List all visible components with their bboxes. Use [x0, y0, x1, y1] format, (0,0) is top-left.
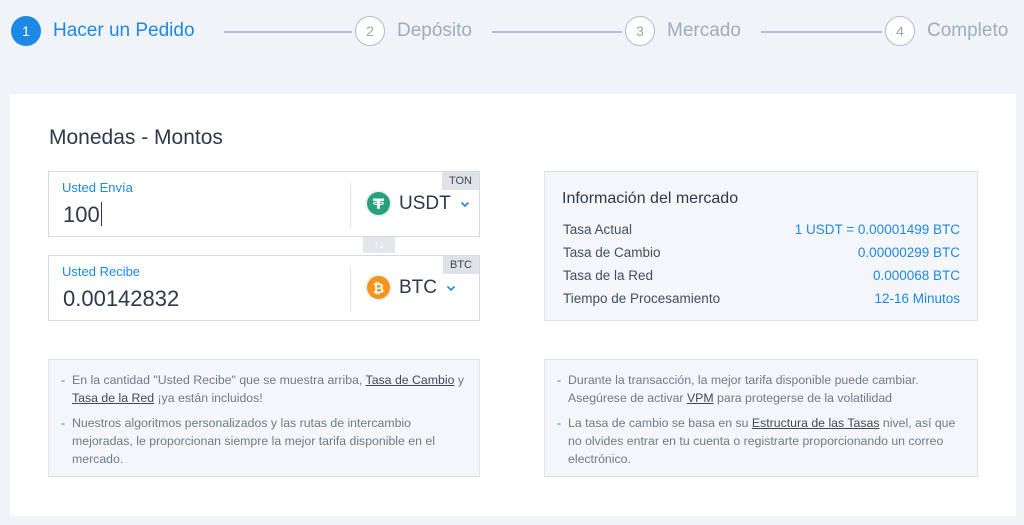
- section-title: Monedas - Montos: [49, 126, 223, 149]
- note-text: ¡ya están incluidos!: [154, 391, 263, 405]
- step-number-4: 4: [885, 16, 915, 46]
- tether-icon: [367, 192, 390, 215]
- market-key: Tiempo de Procesamiento: [563, 291, 721, 306]
- step-connector: [761, 31, 882, 33]
- step-connector: [224, 31, 352, 33]
- text-caret: [100, 202, 103, 226]
- bitcoin-icon: ₿: [367, 276, 390, 299]
- market-key: Tasa Actual: [563, 222, 633, 237]
- swap-button[interactable]: ↑↓: [363, 237, 395, 253]
- note-text: y: [454, 373, 464, 387]
- note-item: En la cantidad "Usted Recibe" que se mue…: [61, 371, 465, 407]
- market-value: 0.000068 BTC: [872, 268, 960, 283]
- step-4: 4 Completo: [885, 16, 1008, 46]
- step-label-4: Completo: [927, 20, 1009, 41]
- note-item: La tasa de cambio se basa en su Estructu…: [557, 414, 963, 468]
- receive-coin-selector[interactable]: ₿ BTC: [367, 276, 456, 299]
- send-amount-value: 100: [63, 202, 100, 227]
- receive-label: Usted Recibe: [62, 264, 141, 279]
- note-item: Nuestros algoritmos personalizados y las…: [61, 414, 465, 468]
- market-value: 1 USDT = 0.00001499 BTC: [794, 222, 960, 237]
- vpn-link[interactable]: VPM: [687, 391, 714, 405]
- step-label-1: Hacer un Pedido: [53, 20, 195, 41]
- market-value: 12-16 Minutos: [874, 291, 960, 306]
- market-key: Tasa de Cambio: [563, 245, 661, 260]
- note-text: para protegerse de la volatilidad: [713, 391, 893, 405]
- receive-amount-value: 0.00142832: [63, 286, 180, 311]
- step-number-1: 1: [11, 16, 41, 46]
- chevron-down-icon: [460, 201, 469, 207]
- step-number-3: 3: [625, 16, 655, 46]
- market-info-title: Información del mercado: [562, 190, 739, 207]
- divider: [350, 266, 351, 312]
- market-key: Tasa de la Red: [563, 268, 654, 283]
- step-1: 1 Hacer un Pedido: [11, 16, 195, 46]
- step-2: 2 Depósito: [355, 16, 472, 46]
- step-label-3: Mercado: [667, 20, 741, 41]
- send-coin-name: USDT: [399, 192, 451, 214]
- market-value: 0.00000299 BTC: [857, 245, 960, 260]
- note-item: Durante la transacción, la mejor tarifa …: [557, 371, 963, 407]
- step-3: 3 Mercado: [625, 16, 741, 46]
- send-amount-box: Usted Envía 100 TON USDT: [48, 171, 480, 237]
- send-label: Usted Envía: [62, 180, 133, 195]
- progress-stepper: 1 Hacer un Pedido 2 Depósito 3 Mercado 4…: [0, 0, 1024, 64]
- send-amount-input[interactable]: 100: [63, 202, 103, 228]
- step-label-2: Depósito: [397, 20, 472, 41]
- market-info-panel: Información del mercado Tasa Actual 1 US…: [544, 171, 978, 321]
- swap-arrows-icon: ↑↓: [373, 239, 385, 251]
- market-row: Tasa Actual 1 USDT = 0.00001499 BTC: [563, 222, 960, 237]
- network-tag: BTC: [443, 256, 479, 274]
- note-text: La tasa de cambio se basa en su: [568, 416, 752, 430]
- notes-panel-right: Durante la transacción, la mejor tarifa …: [544, 359, 978, 477]
- network-fee-link[interactable]: Tasa de la Red: [72, 391, 154, 405]
- notes-panel-left: En la cantidad "Usted Recibe" que se mue…: [48, 359, 480, 477]
- market-row: Tasa de Cambio 0.00000299 BTC: [563, 245, 960, 260]
- send-coin-selector[interactable]: USDT: [367, 192, 470, 215]
- exchange-card: Monedas - Montos Usted Envía 100 TON USD…: [10, 94, 1016, 516]
- chevron-down-icon: [446, 285, 456, 291]
- receive-coin-name: BTC: [399, 276, 437, 298]
- market-row: Tasa de la Red 0.000068 BTC: [563, 268, 960, 283]
- exchange-rate-link[interactable]: Tasa de Cambio: [366, 373, 455, 387]
- step-number-2: 2: [355, 16, 385, 46]
- divider: [350, 182, 351, 228]
- step-connector: [492, 31, 622, 33]
- market-row: Tiempo de Procesamiento 12-16 Minutos: [563, 291, 960, 306]
- receive-amount-box: Usted Recibe 0.00142832 BTC ₿ BTC: [48, 255, 480, 321]
- network-tag: TON: [441, 172, 479, 190]
- note-text: En la cantidad "Usted Recibe" que se mue…: [72, 373, 366, 387]
- fee-structure-link[interactable]: Estructura de las Tasas: [752, 416, 880, 430]
